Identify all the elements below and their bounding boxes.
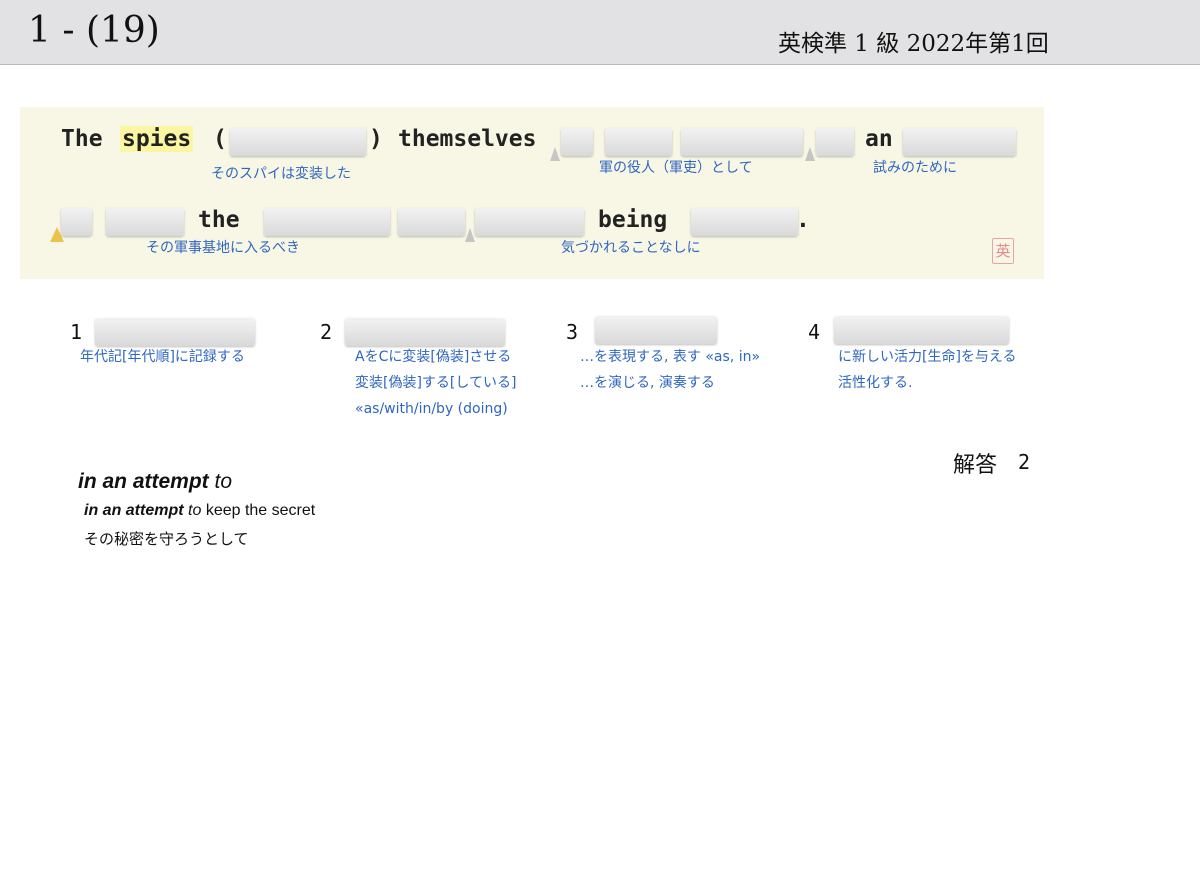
- slide-number: 1 - (19): [28, 10, 160, 51]
- sentence-box: The spies ( ) themselves an そのスパイは変装した 軍…: [20, 107, 1044, 279]
- hidden-word: [691, 208, 798, 236]
- choice-2-gloss-line: «as/with/in/by (doing): [355, 401, 508, 417]
- hidden-word: [816, 128, 854, 156]
- gloss-attempt: 試みのために: [873, 160, 957, 176]
- word-marker: [805, 147, 815, 161]
- hidden-word: [561, 128, 593, 156]
- gloss-disguised: そのスパイは変装した: [211, 166, 351, 182]
- open-paren: (: [213, 126, 227, 152]
- word-marker: [550, 147, 560, 161]
- choice-1-gloss-line: 年代記[年代順]に記録する: [80, 349, 245, 365]
- choice-3-gloss-line: …を表現する, 表す «as, in»: [580, 349, 761, 365]
- example-rest: keep the secret: [205, 502, 316, 519]
- header-bar: 1 - (19) 英検準 1 級 2022年第1回: [0, 0, 1200, 65]
- choice-2-word[interactable]: [345, 318, 505, 346]
- seal-stamp: 英: [992, 238, 1014, 264]
- choice-1-word[interactable]: [95, 318, 255, 346]
- choice-2-number[interactable]: 2: [320, 320, 332, 344]
- hidden-word: [605, 128, 672, 156]
- hidden-word: [398, 208, 465, 236]
- choice-3-number[interactable]: 3: [566, 320, 578, 344]
- example-italic: to: [188, 502, 202, 519]
- key-phrase: in an attempt to: [78, 470, 232, 494]
- choice-2-gloss-line: AをCに変装[偽装]させる: [355, 349, 512, 365]
- choice-4-word[interactable]: [834, 316, 1009, 344]
- gloss-unnoticed: 気づかれることなしに: [561, 240, 701, 256]
- choice-1-gloss: 年代記[年代順]に記録する: [80, 344, 245, 370]
- key-phrase-bold: in an attempt: [78, 470, 209, 493]
- exam-label: 英検準 1 級 2022年第1回: [778, 31, 1049, 57]
- word-being: being: [598, 207, 668, 233]
- word-the-2: the: [198, 207, 240, 233]
- example-translation: その秘密を守ろうとして: [84, 530, 249, 548]
- key-phrase-italic: to: [214, 470, 233, 493]
- close-paren: ): [369, 126, 383, 152]
- choice-3-gloss: …を表現する, 表す «as, in» …を演じる, 演奏する: [580, 344, 760, 396]
- word-themselves: themselves: [398, 126, 537, 152]
- choice-4-gloss: に新しい活力[生命]を与える 活性化する.: [838, 344, 1017, 396]
- hidden-word: [681, 128, 803, 156]
- word-the: The: [61, 126, 103, 152]
- gloss-enter-base: その軍事基地に入るべき: [146, 240, 300, 256]
- answer-value: 2: [1018, 450, 1031, 474]
- answer-blank[interactable]: [230, 128, 366, 156]
- word-an: an: [865, 126, 893, 152]
- choice-4-gloss-line: に新しい活力[生命]を与える: [838, 349, 1017, 365]
- choice-2-gloss-line: 変装[偽装]する[している]: [355, 375, 517, 391]
- hidden-word: [475, 208, 584, 236]
- choice-1-number[interactable]: 1: [70, 320, 82, 344]
- period: .: [796, 207, 810, 233]
- choice-2-gloss: AをCに変装[偽装]させる 変装[偽装]する[している] «as/with/in…: [355, 344, 516, 422]
- gloss-as-official: 軍の役人（軍吏）として: [599, 160, 753, 176]
- hidden-word: [106, 208, 184, 236]
- word-marker: [465, 228, 475, 242]
- word-spies-highlighted: spies: [120, 126, 194, 152]
- choice-3-word[interactable]: [595, 316, 717, 344]
- choice-4-gloss-line: 活性化する.: [838, 375, 913, 391]
- hidden-word: [903, 128, 1016, 156]
- choice-3-gloss-line: …を演じる, 演奏する: [580, 375, 715, 391]
- hidden-word: [61, 208, 92, 236]
- example-sentence: in an attempt to keep the secret: [84, 502, 315, 520]
- hidden-word: [264, 208, 390, 236]
- answer-label: 解答: [953, 453, 998, 478]
- choice-4-number[interactable]: 4: [808, 320, 820, 344]
- example-bold: in an attempt: [84, 502, 184, 519]
